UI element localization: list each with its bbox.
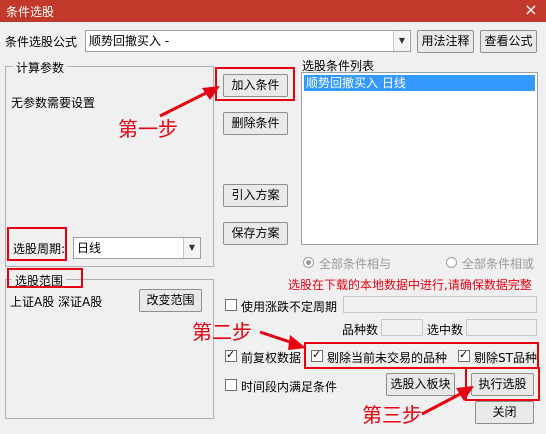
variable-period-label: 使用涨跌不定周期 (241, 300, 338, 314)
stock-screener-window: 条件选股 × 条件选股公式 顺势回撤买入 - ▼ 用法注释 查看公式 计算参数 … (0, 0, 546, 434)
usage-notes-button[interactable]: 用法注释 (417, 30, 474, 53)
arrow-icon (421, 386, 474, 416)
period-satisfy-checkbox[interactable] (225, 379, 237, 391)
arrow-icon (259, 330, 306, 350)
annotation-step2: 第二步 (192, 320, 252, 344)
annotation-box-options (304, 342, 539, 369)
period-satisfy-label: 时间段内满足条件 (241, 380, 338, 394)
no-params-text: 无参数需要设置 (11, 96, 96, 110)
import-scheme-button[interactable]: 引入方案 (223, 184, 288, 207)
params-group-label: 计算参数 (13, 59, 68, 76)
range-text: 上证A股 深证A股 (10, 295, 103, 309)
all-or-radio[interactable] (446, 257, 457, 268)
window-title: 条件选股 (6, 5, 55, 19)
annotation-box-add (215, 67, 295, 101)
all-and-label: 全部条件相与 (319, 257, 392, 271)
close-icon[interactable]: × (516, 0, 546, 22)
annotation-box-period (7, 227, 67, 261)
chevron-down-icon[interactable]: ▼ (393, 31, 410, 51)
annotation-box-range (7, 268, 83, 288)
close-button[interactable]: 关闭 (475, 401, 534, 424)
all-and-radio[interactable] (303, 257, 314, 268)
change-range-button[interactable]: 改变范围 (139, 289, 202, 312)
period-select[interactable]: 日线 ▼ (73, 237, 201, 259)
condition-list-item[interactable]: 顺势回撤买入 日线 (304, 75, 535, 91)
formula-label: 条件选股公式 (5, 35, 78, 49)
stock-count-field (381, 319, 423, 336)
formula-value: 顺势回撤买入 - (89, 34, 170, 48)
variable-period-checkbox[interactable] (225, 299, 237, 311)
delete-condition-button[interactable]: 删除条件 (223, 112, 288, 135)
arrow-icon (159, 86, 220, 118)
stock-count-label: 品种数 (342, 323, 379, 337)
view-formula-button[interactable]: 查看公式 (480, 30, 537, 53)
variable-period-input[interactable] (343, 296, 537, 313)
prior-adjust-checkbox[interactable] (225, 348, 237, 362)
chevron-down-icon[interactable]: ▼ (183, 238, 200, 258)
selected-count-field (466, 319, 537, 336)
save-scheme-button[interactable]: 保存方案 (223, 222, 288, 245)
annotation-box-execute (465, 367, 540, 401)
data-notice: 选股在下载的本地数据中进行,请确保数据完整 (288, 278, 532, 292)
all-or-label: 全部条件相或 (462, 257, 535, 271)
formula-select[interactable]: 顺势回撤买入 - ▼ (85, 30, 411, 52)
condition-list[interactable]: 顺势回撤买入 日线 (301, 72, 538, 245)
selected-count-label: 选中数 (427, 323, 464, 337)
annotation-step3: 第三步 (362, 403, 422, 427)
period-value: 日线 (77, 241, 102, 255)
title-bar[interactable]: 条件选股 × (0, 0, 546, 22)
